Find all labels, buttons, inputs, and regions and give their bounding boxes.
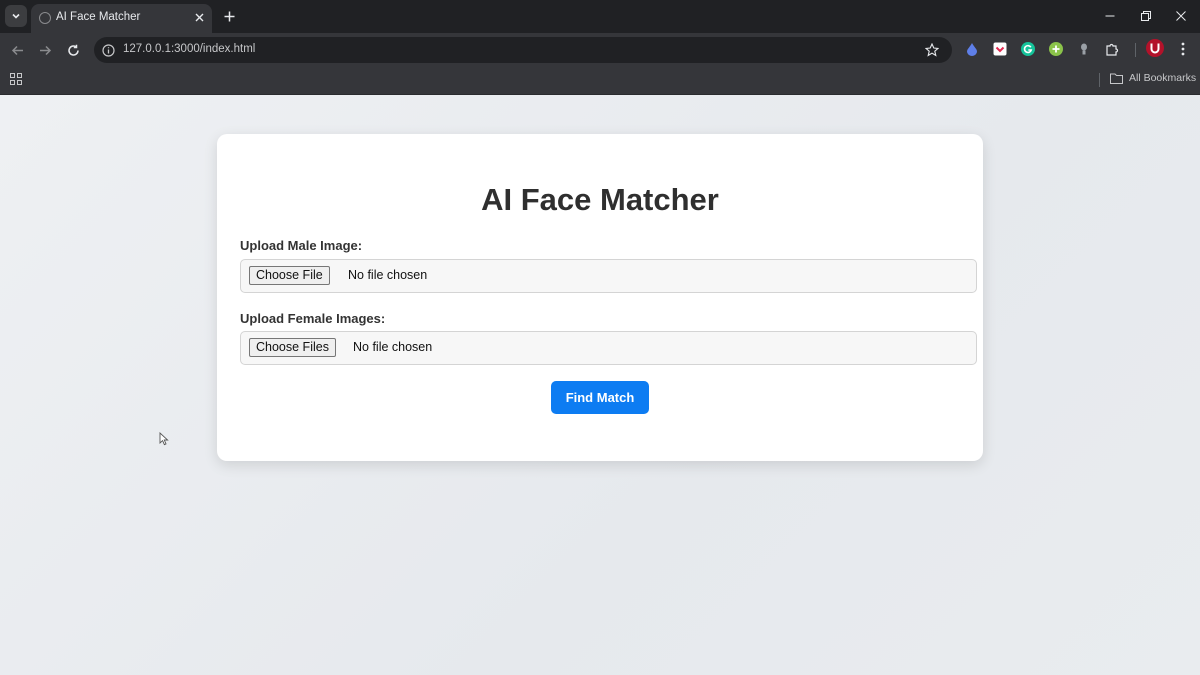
bookmarks-bar: All Bookmarks — [0, 66, 1200, 95]
male-image-input[interactable]: Choose File No file chosen — [240, 259, 977, 293]
pocket-extension[interactable] — [992, 41, 1008, 57]
chevron-down-icon — [12, 13, 20, 19]
pocket-icon — [993, 42, 1007, 56]
lamp-extension[interactable] — [1076, 41, 1092, 57]
plus-icon — [224, 11, 234, 21]
female-file-status: No file chosen — [353, 340, 433, 354]
profile-button[interactable] — [1146, 39, 1164, 57]
grammarly-extension[interactable] — [1020, 41, 1036, 57]
close-icon — [195, 13, 203, 21]
female-images-input[interactable]: Choose Files No file chosen — [240, 331, 977, 365]
site-info-icon[interactable] — [101, 43, 115, 57]
restore-icon — [1141, 11, 1151, 21]
minimize-icon — [1105, 15, 1115, 17]
lamp-icon — [1081, 43, 1087, 55]
drop-extension[interactable] — [964, 41, 980, 57]
male-choose-file-button[interactable]: Choose File — [249, 266, 330, 285]
reload-button[interactable] — [63, 40, 83, 60]
female-images-label: Upload Female Images: — [240, 311, 386, 326]
restore-button[interactable] — [1135, 6, 1157, 26]
plus-circle-icon — [1049, 42, 1063, 56]
forward-button[interactable] — [35, 40, 55, 60]
add-extension[interactable] — [1048, 41, 1064, 57]
back-button[interactable] — [7, 40, 27, 60]
browser-menu-button[interactable] — [1175, 41, 1191, 57]
extensions-button[interactable] — [1104, 41, 1120, 57]
tab-close-button[interactable] — [191, 9, 207, 25]
toolbar-divider — [1135, 43, 1136, 57]
arrow-right-icon — [39, 45, 51, 55]
male-file-status: No file chosen — [348, 268, 428, 282]
all-bookmarks-label: All Bookmarks — [1129, 72, 1197, 84]
tab-title: AI Face Matcher — [56, 11, 141, 23]
drop-icon — [967, 43, 977, 56]
browser-tab[interactable]: AI Face Matcher — [31, 4, 212, 33]
find-match-button[interactable]: Find Match — [551, 381, 649, 414]
reload-icon — [67, 44, 79, 56]
apps-grid-icon[interactable] — [9, 72, 23, 86]
female-choose-files-button[interactable]: Choose Files — [249, 338, 336, 357]
arrow-left-icon — [11, 45, 23, 55]
grammarly-icon — [1021, 42, 1035, 56]
puzzle-icon — [1106, 43, 1119, 56]
url-text[interactable]: 127.0.0.1:3000/index.html — [123, 43, 255, 55]
page-viewport: AI Face Matcher Upload Male Image: Choos… — [0, 95, 1200, 675]
globe-icon — [39, 12, 51, 24]
tab-strip: AI Face Matcher — [0, 0, 1200, 33]
close-icon — [1176, 11, 1186, 21]
address-bar[interactable]: 127.0.0.1:3000/index.html — [94, 37, 952, 63]
male-image-label: Upload Male Image: — [240, 238, 363, 253]
all-bookmarks-button[interactable]: All Bookmarks — [1110, 72, 1196, 84]
folder-icon — [1110, 73, 1123, 84]
face-matcher-card: AI Face Matcher Upload Male Image: Choos… — [217, 134, 983, 461]
kebab-menu-icon — [1181, 42, 1185, 56]
bookmark-star-icon[interactable] — [924, 42, 940, 58]
browser-toolbar: 127.0.0.1:3000/index.html — [0, 33, 1200, 66]
mouse-cursor-icon — [159, 432, 169, 446]
close-window-button[interactable] — [1170, 6, 1192, 26]
profile-icon — [1146, 39, 1164, 57]
page-title: AI Face Matcher — [481, 182, 719, 217]
minimize-button[interactable] — [1099, 6, 1121, 26]
new-tab-button[interactable] — [220, 7, 238, 25]
tab-search-button[interactable] — [5, 5, 27, 27]
bookmarks-divider — [1099, 73, 1100, 87]
